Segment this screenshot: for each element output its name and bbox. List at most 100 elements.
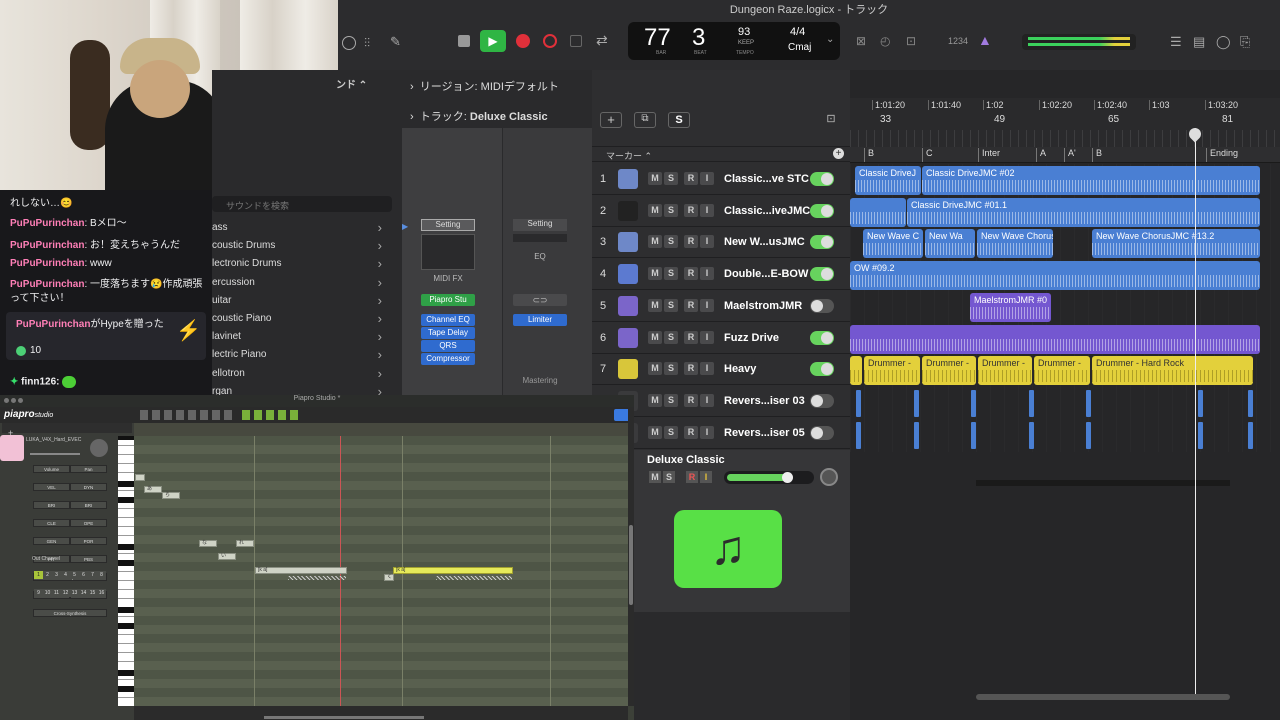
eq-thumbnail[interactable] (421, 234, 475, 270)
solo-button[interactable]: S (664, 298, 678, 312)
scroll-thumb[interactable] (629, 525, 633, 605)
input-monitor-button[interactable]: I (700, 203, 714, 217)
replace-record-button[interactable] (543, 34, 557, 48)
solo-button[interactable]: S (664, 393, 678, 407)
piapro-ruler[interactable] (134, 423, 628, 436)
limiter-slot[interactable]: Limiter (513, 314, 567, 326)
channel-button[interactable]: 2 (43, 571, 52, 579)
voice-knob[interactable] (90, 439, 108, 457)
link-icon[interactable]: ⊂⊃ (513, 294, 567, 306)
region[interactable] (850, 356, 862, 386)
record-enable-button[interactable]: R (684, 393, 698, 407)
library-category[interactable]: lectric Piano › (212, 347, 388, 365)
reverse-cymbal-region[interactable] (1086, 421, 1091, 449)
solo-button[interactable]: S (664, 330, 678, 344)
region[interactable]: Classic DriveJ (855, 166, 921, 195)
piapro-h-scrollbar[interactable] (134, 706, 628, 720)
loops-icon[interactable]: ◯ (1216, 34, 1231, 50)
region-inspector-toggle[interactable]: › リージョン: MIDIデフォルト (410, 78, 559, 94)
mastering-slot[interactable]: Mastering (513, 376, 567, 385)
track-header-row[interactable]: 6 M S R I Fuzz Drive (592, 323, 850, 354)
track-instrument-icon[interactable] (618, 264, 638, 285)
channel-button[interactable]: 3 (52, 571, 61, 579)
catch-icon[interactable]: ⊡ (820, 112, 842, 128)
record-enable-button[interactable]: R (684, 172, 698, 185)
vocal-note[interactable]: [k a] (255, 567, 347, 574)
library-search[interactable]: サウンドを検索 (212, 196, 392, 212)
library-category[interactable]: coustic Drums › (212, 238, 388, 256)
region[interactable]: Drummer - (978, 356, 1032, 386)
play-button[interactable]: ▶ (480, 30, 506, 52)
reverse-cymbal-region[interactable] (1198, 390, 1203, 417)
marker[interactable]: B (1092, 148, 1102, 162)
minimize-icon[interactable] (11, 398, 16, 403)
mute-button[interactable]: M (648, 330, 662, 344)
channel-button[interactable]: 5 (70, 571, 79, 579)
track-instrument-icon[interactable] (618, 169, 638, 189)
add-track-button[interactable]: + (600, 112, 622, 128)
vocal-note[interactable]: く (384, 574, 394, 581)
notepad-icon[interactable]: ▤ (1193, 34, 1205, 50)
plugin-slot[interactable]: Channel EQ (421, 314, 475, 326)
solo-button[interactable]: S (664, 172, 678, 185)
parameter-button[interactable]: POR (70, 537, 107, 545)
channel-button[interactable]: 11 (52, 589, 61, 597)
marker[interactable]: Inter (978, 148, 1000, 162)
chevron-down-icon[interactable]: ⌄ (826, 34, 834, 45)
h-scrollbar-track[interactable] (976, 480, 1230, 486)
parameter-button[interactable]: PBS (70, 555, 107, 563)
settings-icon[interactable] (342, 36, 356, 50)
library-category[interactable]: ass › (212, 220, 388, 238)
record-enable-button[interactable]: R (686, 471, 698, 483)
track-name[interactable]: New W...usJMC (724, 236, 805, 248)
solo-button[interactable]: S (664, 203, 678, 217)
input-monitor-button[interactable]: I (700, 172, 714, 185)
mode-buttons[interactable] (242, 410, 298, 420)
region[interactable]: Drummer - Hard Rock (1092, 356, 1253, 386)
parameter-button[interactable]: BRI (33, 501, 70, 509)
reverse-cymbal-region[interactable] (914, 421, 919, 449)
record-button[interactable] (516, 34, 530, 48)
track-on-toggle[interactable] (810, 425, 834, 440)
region[interactable]: Drummer - (864, 356, 920, 386)
track-header-row[interactable]: 2 M S R I Classic...iveJMC (592, 196, 850, 227)
record-enable-button[interactable]: R (684, 425, 698, 439)
marker[interactable]: C (922, 148, 933, 162)
reverse-cymbal-region[interactable] (1086, 390, 1091, 417)
parameter-button[interactable]: GEN (33, 537, 70, 545)
region[interactable]: Drummer - (922, 356, 976, 386)
parameter-button[interactable]: Cross-Synthesis (33, 609, 107, 617)
library-category[interactable]: lectronic Drums › (212, 256, 388, 274)
eq-thumbnail-2[interactable] (513, 234, 567, 242)
region[interactable]: Classic DriveJMC #02 (922, 166, 1260, 195)
region[interactable]: MaelstromJMR #0 (970, 292, 1051, 322)
track-on-toggle[interactable] (810, 172, 834, 186)
channel-button[interactable]: 10 (43, 589, 52, 597)
input-monitor-button[interactable]: I (700, 330, 714, 344)
channel-button[interactable]: 16 (97, 589, 106, 597)
mute-button[interactable]: M (648, 393, 662, 407)
reverse-cymbal-region[interactable] (1248, 421, 1253, 449)
parameter-button[interactable]: VEL (33, 483, 70, 491)
region[interactable]: New Wa (925, 229, 975, 259)
track-name[interactable]: MaelstromJMR (724, 300, 802, 312)
track-on-toggle[interactable] (810, 298, 834, 313)
vocal-note[interactable]: [k a] (393, 567, 513, 574)
reverse-cymbal-region[interactable] (914, 390, 919, 417)
record-enable-button[interactable]: R (684, 330, 698, 344)
reverse-cymbal-region[interactable] (1029, 421, 1034, 449)
track-inspector-toggle[interactable]: › トラック: Deluxe Classic (410, 108, 548, 124)
reverse-cymbal-region[interactable] (1198, 421, 1203, 449)
mute-button[interactable]: M (649, 471, 661, 483)
reverse-cymbal-region[interactable] (1029, 390, 1034, 417)
library-category[interactable]: uitar › (212, 293, 388, 311)
plugin-slot[interactable]: Tape Delay (421, 327, 475, 339)
parameter-button[interactable]: DYN (70, 483, 107, 491)
track-on-toggle[interactable] (810, 330, 834, 345)
tool-buttons[interactable] (140, 410, 236, 420)
record-enable-button[interactable]: R (684, 235, 698, 249)
piano-keyboard[interactable] (118, 436, 134, 706)
record-enable-button[interactable]: R (684, 203, 698, 217)
mute-button[interactable]: M (648, 203, 662, 217)
marker[interactable]: A' (1064, 148, 1076, 162)
